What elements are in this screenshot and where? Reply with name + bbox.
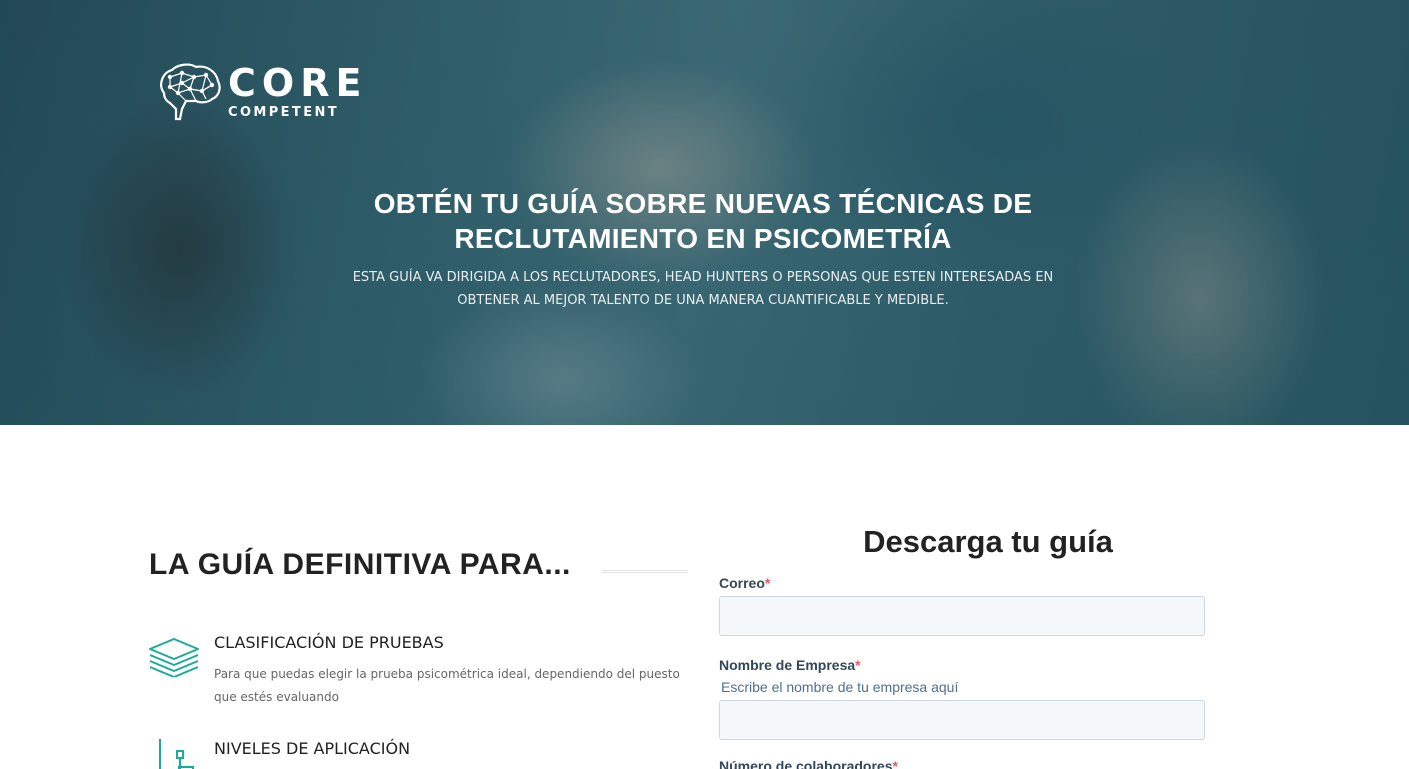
email-label: Correo*	[719, 575, 770, 591]
feature-title: CLASIFICACIÓN DE PRUEBAS	[214, 633, 444, 652]
logo-wordmark-core: CORE	[228, 61, 368, 105]
required-mark: *	[892, 758, 898, 769]
features-heading: LA GUÍA DEFINITIVA PARA...	[149, 548, 571, 581]
hero-subtitle: ESTA GUÍA VA DIRIGIDA A LOS RECLUTADORES…	[352, 270, 1054, 308]
required-mark: *	[855, 657, 861, 673]
brand-logo[interactable]: CORE COMPETENT	[156, 63, 361, 125]
required-mark: *	[764, 575, 771, 591]
company-hint: Escribe el nombre de tu empresa aquí	[721, 679, 959, 695]
hero-title: OBTÉN TU GUÍA SOBRE NUEVAS TÉCNICAS DE R…	[373, 188, 1033, 254]
hero-banner: CORE COMPETENT OBTÉN TU GUÍA SOBRE NUEVA…	[0, 0, 1409, 425]
heading-divider	[602, 570, 688, 573]
employees-label-text: Número de colaboradores	[719, 758, 893, 769]
email-field[interactable]	[719, 596, 1205, 636]
feature-title: NIVELES DE APLICACIÓN	[214, 739, 411, 758]
company-label-text: Nombre de Empresa	[719, 657, 856, 673]
feature-description: Para que puedas elegir la prueba psicomé…	[214, 667, 680, 704]
logo-wordmark-competent: COMPETENT	[228, 105, 340, 120]
form-title: Descarga tu guía	[863, 524, 1113, 559]
brain-network-icon	[160, 63, 221, 121]
hierarchy-icon	[159, 739, 194, 769]
layers-icon	[149, 638, 199, 677]
company-name-field[interactable]	[719, 700, 1205, 740]
email-label-text: Correo	[719, 575, 765, 591]
company-label: Nombre de Empresa*	[719, 657, 861, 673]
employees-label: Número de colaboradores*	[719, 758, 898, 769]
